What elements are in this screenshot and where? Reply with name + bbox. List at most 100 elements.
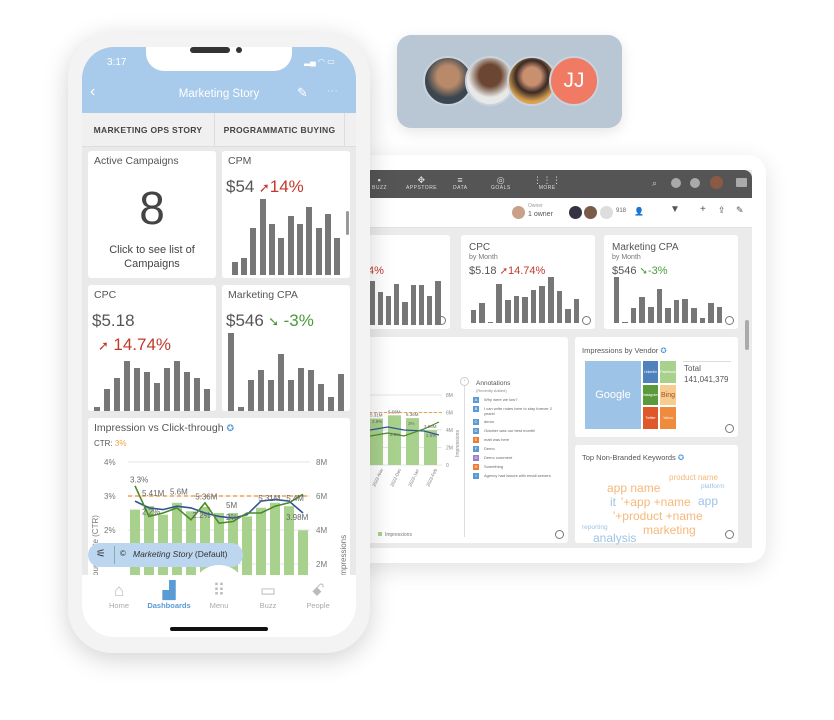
user-icon[interactable]: [725, 316, 734, 325]
nav-dashboards[interactable]: ▟ Dashboards: [142, 581, 196, 610]
keyword: platform: [701, 483, 725, 490]
keywords-card[interactable]: Top Non-Branded Keywords ✪ product name …: [575, 445, 738, 545]
add-icon[interactable]: [671, 178, 681, 188]
nav-more[interactable]: ⋮⋮⋮ MORE: [533, 175, 562, 191]
settings-wrench-icon[interactable]: ✎: [736, 205, 744, 216]
bar: [297, 367, 305, 411]
annotation-item[interactable]: F Demo: [473, 446, 563, 452]
scrollbar[interactable]: [745, 320, 749, 350]
share-icon[interactable]: ⇪: [718, 205, 726, 216]
status-time: 3:17: [107, 57, 127, 68]
scrollbar[interactable]: [346, 211, 349, 235]
story-chip[interactable]: ⚟ © Marketing Story (Default): [88, 543, 243, 567]
treemap-cell[interactable]: Bing: [659, 384, 677, 406]
nav-home[interactable]: ⌂ Home: [92, 581, 146, 610]
annotations-title: Annotations: [476, 380, 511, 387]
chat-icon[interactable]: [736, 178, 747, 187]
card-caption[interactable]: Click to see list of Campaigns: [98, 243, 206, 271]
notch: [146, 47, 292, 71]
bar: [573, 298, 580, 323]
bar: [334, 237, 341, 275]
annotations-list: A Why were we low? B I can write notes here…: [473, 397, 563, 482]
user-icon[interactable]: [582, 316, 591, 325]
tab-marketing-ops-story[interactable]: MARKETING OPS STORY: [82, 113, 215, 147]
nav-people[interactable]: ꗃ People: [291, 581, 345, 610]
filter-icon[interactable]: ▼: [670, 204, 680, 215]
annotation-text: October was our best month!: [484, 428, 536, 433]
partial-kpi-card[interactable]: 4%: [368, 235, 450, 329]
cpc-card[interactable]: CPC by Month $5.18 ➚14.74%: [461, 235, 595, 329]
nav-menu[interactable]: ⠿ Menu: [192, 581, 246, 610]
kpi-delta: 14.74%: [113, 335, 172, 354]
chevron-right-icon[interactable]: ›: [460, 377, 469, 386]
bar: [656, 289, 663, 323]
impressions-bar: [242, 516, 252, 578]
tab-programmatic-buying[interactable]: PROGRAMMATIC BUYING: [215, 113, 345, 147]
nav-goals[interactable]: ◎ GOALS: [491, 175, 511, 191]
viewer-count: 918: [616, 208, 627, 214]
nav-data[interactable]: ≡ DATA: [453, 175, 468, 191]
keyword: it: [610, 495, 616, 509]
annotation-item[interactable]: G Demo comment: [473, 455, 563, 461]
bar: [402, 301, 408, 325]
user-icon[interactable]: [725, 424, 734, 433]
y-right-tick: 4M: [316, 526, 327, 535]
treemap-cell[interactable]: Instagram: [642, 384, 659, 406]
owner-value[interactable]: 1 owner: [528, 211, 553, 218]
annotation-item[interactable]: I Agency had issues with email servers: [473, 473, 563, 479]
annotation-item[interactable]: B I can write notes here to stay forever …: [473, 406, 563, 416]
status-icons: ▂▄ ◠ ▭: [304, 57, 335, 66]
active-campaigns-card[interactable]: Active Campaigns 8 Click to see list of …: [88, 151, 216, 278]
viewer-avatar: [600, 206, 613, 219]
bar: [315, 227, 322, 275]
treemap-cell[interactable]: Google: [584, 360, 642, 430]
y-left-tick: 4%: [104, 458, 116, 467]
bar: [277, 353, 285, 411]
bar: [267, 380, 275, 411]
cpa-card[interactable]: Marketing CPA by Month $546 ➘-3%: [604, 235, 738, 329]
user-icon[interactable]: [725, 530, 734, 539]
cpm-card[interactable]: CPM $54 ➚14%: [222, 151, 350, 278]
annotation-item[interactable]: A Why were we low?: [473, 397, 563, 403]
trend-up-icon: ➚: [258, 180, 270, 195]
nav-appstore[interactable]: ✥ APPSTORE: [406, 175, 437, 191]
cpc-card[interactable]: CPC $5.18 ➚ 14.74%: [88, 285, 216, 411]
avatar-initials[interactable]: JJ: [549, 56, 599, 106]
user-avatar[interactable]: [710, 176, 723, 189]
more-icon[interactable]: ···: [327, 85, 338, 97]
bar: [487, 321, 494, 323]
impressions-chart-card[interactable]: 8M 6M 4M 2M 0 Impressions 5.31M 2022-Nov 5.68M 20…: [368, 337, 568, 543]
more-icon: ⋮⋮⋮: [533, 175, 562, 185]
edit-icon[interactable]: ✎: [297, 85, 308, 101]
treemap-cell[interactable]: Twitter: [642, 406, 659, 430]
bar: [513, 295, 520, 323]
bar: [307, 369, 315, 411]
bar: [231, 261, 238, 275]
add-icon[interactable]: +: [700, 204, 706, 215]
impressions-bar: [298, 530, 308, 578]
annotation-item[interactable]: D October was our best month!: [473, 428, 563, 434]
treemap-cell[interactable]: Facebook: [659, 360, 677, 384]
user-icon[interactable]: [555, 530, 564, 539]
annotation-item[interactable]: H Something: [473, 464, 563, 470]
cpa-card[interactable]: Marketing CPA $546 ➘ -3%: [222, 285, 350, 411]
vendor-card[interactable]: Impressions by Vendor ✪ Google LinkedIn Fa…: [575, 337, 738, 437]
bar: [427, 296, 433, 325]
user-icon[interactable]: [437, 316, 446, 325]
keyword: product name: [669, 473, 718, 482]
bar-chart: [226, 333, 346, 411]
bar: [247, 380, 255, 411]
treemap-cell[interactable]: Yahoo: [659, 406, 677, 430]
add-user-icon[interactable]: 👤: [634, 207, 644, 216]
annotation-item[interactable]: Ematt was here: [473, 437, 563, 443]
nav-buzz[interactable]: ▭ Buzz: [241, 581, 295, 610]
impressions-bar: [270, 502, 280, 578]
annotation-item[interactable]: Cdemo: [473, 419, 563, 425]
nav-buzz[interactable]: ▪ BUZZ: [372, 175, 387, 191]
kpi-value: $546: [226, 311, 264, 330]
help-icon[interactable]: [690, 178, 700, 188]
treemap-cell[interactable]: LinkedIn: [642, 360, 659, 384]
search-icon[interactable]: ⌕: [652, 178, 657, 189]
sliders-icon[interactable]: ⚟: [96, 547, 106, 560]
bar: [278, 237, 285, 275]
